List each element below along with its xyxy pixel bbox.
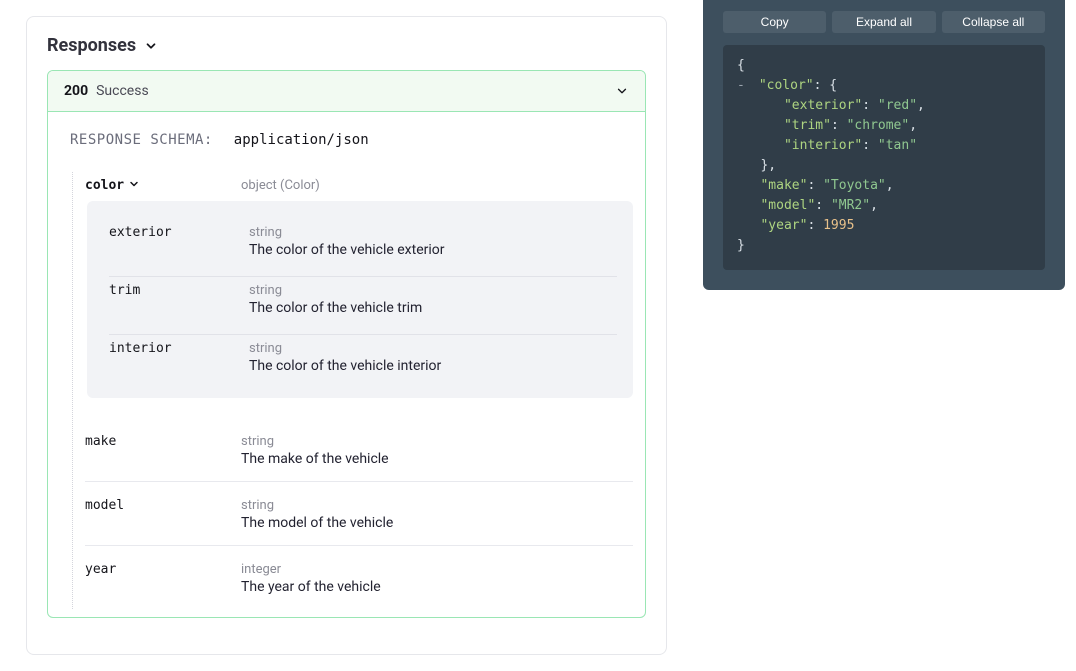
prop-type: string: [249, 283, 617, 298]
prop-row-make: make string The make of the vehicle: [85, 418, 633, 482]
prop-desc: The color of the vehicle interior: [249, 358, 617, 374]
prop-desc: The color of the vehicle exterior: [249, 242, 617, 258]
chevron-down-icon: [615, 84, 629, 98]
copy-button[interactable]: Copy: [723, 11, 826, 33]
responses-panel: Responses 200 Success RE: [26, 16, 667, 655]
prop-desc: The make of the vehicle: [241, 451, 633, 467]
prop-desc: The year of the vehicle: [241, 579, 633, 595]
val-year: 1995: [823, 218, 854, 233]
chevron-down-icon: [144, 39, 158, 53]
json-sample: { - "color": { "exterior": "red", "trim"…: [723, 45, 1045, 270]
schema-label: RESPONSE SCHEMA:: [70, 132, 213, 148]
prop-desc: The model of the vehicle: [241, 515, 633, 531]
prop-row-exterior: exterior string The color of the vehicle…: [109, 219, 617, 268]
collapse-toggle[interactable]: -: [737, 76, 747, 96]
prop-row-trim: trim string The color of the vehicle tri…: [109, 277, 617, 326]
response-200-header[interactable]: 200 Success: [48, 71, 645, 112]
val-exterior: "red": [878, 98, 917, 113]
prop-type: string: [241, 498, 633, 513]
responses-header[interactable]: Responses: [47, 35, 646, 56]
prop-row-color[interactable]: color object (Color): [85, 172, 633, 195]
responses-title: Responses: [47, 35, 136, 56]
status-code: 200: [64, 83, 88, 99]
prop-row-model: model string The model of the vehicle: [85, 482, 633, 546]
prop-type: string: [249, 341, 617, 356]
prop-type: string: [249, 225, 617, 240]
prop-type: object (Color): [241, 178, 633, 193]
prop-name: model: [85, 498, 124, 513]
prop-name: make: [85, 434, 116, 449]
prop-type: integer: [241, 562, 633, 577]
nested-props-color: exterior string The color of the vehicle…: [87, 201, 633, 398]
prop-name: exterior: [109, 225, 172, 240]
chevron-down-icon: [128, 178, 140, 190]
prop-type: string: [241, 434, 633, 449]
val-trim: "chrome": [847, 118, 910, 133]
val-model: "MR2": [831, 198, 870, 213]
prop-name: trim: [109, 283, 140, 298]
schema-mime: application/json: [234, 132, 369, 148]
prop-name: year: [85, 562, 116, 577]
prop-row-year: year integer The year of the vehicle: [85, 546, 633, 609]
prop-row-interior: interior string The color of the vehicle…: [109, 335, 617, 384]
collapse-all-button[interactable]: Collapse all: [942, 11, 1045, 33]
response-200-box: 200 Success RESPONSE SCHEMA: application…: [47, 70, 646, 618]
prop-name: interior: [109, 341, 172, 356]
sample-panel: Copy Expand all Collapse all { - "color"…: [703, 0, 1065, 290]
prop-name: color: [85, 178, 124, 193]
status-label: Success: [96, 83, 149, 99]
expand-all-button[interactable]: Expand all: [832, 11, 935, 33]
prop-desc: The color of the vehicle trim: [249, 300, 617, 316]
schema-label-line: RESPONSE SCHEMA: application/json: [70, 132, 633, 148]
val-make: "Toyota": [823, 178, 886, 193]
val-interior: "tan": [878, 138, 917, 153]
